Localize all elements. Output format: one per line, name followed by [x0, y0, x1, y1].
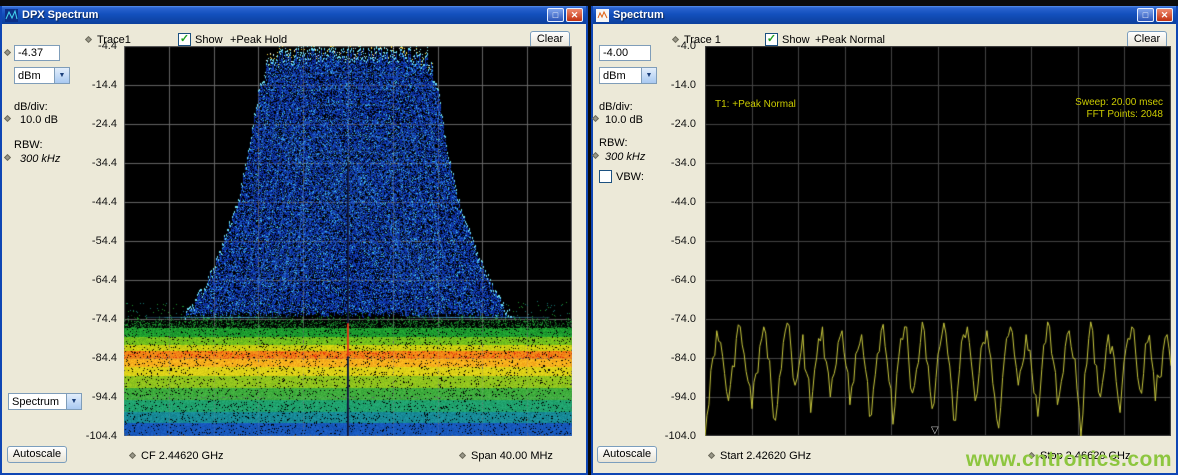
- unit-select[interactable]: dBm ▼: [14, 67, 70, 84]
- restore-button[interactable]: □: [1137, 8, 1154, 22]
- diamond-icon: [129, 452, 136, 459]
- close-button[interactable]: ✕: [1156, 8, 1173, 22]
- diamond-icon: [459, 452, 466, 459]
- spectrum-window: Spectrum □ ✕ Trace 1 ✓ Show +Peak Normal…: [591, 6, 1178, 475]
- diamond-icon: [708, 452, 715, 459]
- dpx-window-title: DPX Spectrum: [22, 9, 98, 21]
- unit-select[interactable]: dBm ▼: [599, 67, 657, 84]
- y-axis-tick-label: -74.0: [658, 313, 696, 325]
- db-div-value: 10.0 dB: [20, 114, 58, 126]
- detector-label: +Peak Normal: [815, 34, 885, 46]
- trace-annotation: T1: +Peak Normal: [715, 99, 796, 110]
- dpx-persistence-display: [124, 46, 572, 436]
- close-button[interactable]: ✕: [566, 8, 583, 22]
- spectrum-window-icon: [596, 9, 609, 22]
- dpx-plot-area[interactable]: [124, 46, 572, 436]
- vbw-label: VBW:: [616, 171, 644, 183]
- autoscale-button[interactable]: Autoscale: [597, 446, 657, 463]
- y-axis-tick-label: -94.4: [79, 391, 117, 403]
- watermark: www.cntronics.com: [966, 448, 1172, 472]
- y-axis-tick-label: -24.4: [79, 118, 117, 130]
- ref-level-input[interactable]: [14, 45, 60, 61]
- dpx-window-icon: [5, 9, 18, 22]
- y-axis-tick-label: -74.4: [79, 313, 117, 325]
- db-div-value: 10.0 dB: [605, 114, 643, 126]
- rbw-value: 300 kHz: [20, 153, 60, 165]
- unit-value: dBm: [15, 70, 54, 82]
- y-axis-tick-label: -64.0: [658, 274, 696, 286]
- show-label: Show: [195, 34, 223, 46]
- y-axis-tick-label: -84.0: [658, 352, 696, 364]
- y-axis-tick-label: -34.4: [79, 157, 117, 169]
- dpx-titlebar[interactable]: DPX Spectrum □ ✕: [2, 6, 586, 24]
- y-axis-tick-label: -54.0: [658, 235, 696, 247]
- restore-button[interactable]: □: [547, 8, 564, 22]
- diamond-icon: [4, 154, 11, 161]
- vbw-checkbox[interactable]: [599, 170, 612, 183]
- y-axis-tick-label: -14.4: [79, 79, 117, 91]
- detector-label: +Peak Hold: [230, 34, 287, 46]
- show-label: Show: [782, 34, 810, 46]
- diamond-icon: [4, 115, 11, 122]
- diamond-icon: [592, 115, 599, 122]
- chevron-down-icon: ▼: [54, 68, 69, 83]
- center-marker-icon[interactable]: ▽: [931, 425, 939, 436]
- y-axis-tick-label: -44.0: [658, 196, 696, 208]
- display-mode-select[interactable]: Spectrum ▼: [8, 393, 82, 410]
- y-axis-tick-label: -104.4: [79, 430, 117, 442]
- show-checkbox[interactable]: ✓: [178, 33, 191, 46]
- autoscale-button[interactable]: Autoscale: [7, 446, 67, 463]
- diamond-icon: [592, 152, 599, 159]
- display-mode-value: Spectrum: [9, 396, 66, 408]
- y-axis-tick-label: -4.0: [658, 40, 696, 52]
- unit-value: dBm: [600, 70, 641, 82]
- dpx-content: Trace1 ✓ Show +Peak Hold Clear dBm ▼ dB/…: [2, 24, 586, 473]
- spectrum-content: Trace 1 ✓ Show +Peak Normal Clear dBm ▼ …: [593, 24, 1176, 473]
- y-axis-tick-label: -94.0: [658, 391, 696, 403]
- y-axis-tick-label: -104.0: [658, 430, 696, 442]
- ref-level-input[interactable]: [599, 45, 651, 61]
- db-div-label: dB/div:: [599, 101, 633, 113]
- center-frequency-label[interactable]: CF 2.44620 GHz: [141, 450, 224, 462]
- y-axis-tick-label: -24.0: [658, 118, 696, 130]
- spectrum-y-axis: -4.0 -14.0 -24.0 -34.0 -44.0 -54.0 -64.0 -74.0 -…: [661, 24, 699, 475]
- dpx-y-axis: -4.4 -14.4 -24.4 -34.4 -44.4 -54.4 -64.4 -74.4 -…: [82, 24, 120, 475]
- diamond-icon: [4, 49, 11, 56]
- y-axis-tick-label: -34.0: [658, 157, 696, 169]
- show-checkbox[interactable]: ✓: [765, 33, 778, 46]
- y-axis-tick-label: -44.4: [79, 196, 117, 208]
- screen: DPX Spectrum □ ✕ Trace1 ✓ Show +Peak Hol…: [0, 0, 1178, 475]
- chevron-down-icon: ▼: [641, 68, 656, 83]
- dpx-spectrum-window: DPX Spectrum □ ✕ Trace1 ✓ Show +Peak Hol…: [0, 6, 588, 475]
- db-div-label: dB/div:: [14, 101, 48, 113]
- rbw-value: 300 kHz: [605, 151, 645, 163]
- y-axis-tick-label: -4.4: [79, 40, 117, 52]
- y-axis-tick-label: -14.0: [658, 79, 696, 91]
- rbw-label: RBW:: [599, 137, 628, 149]
- y-axis-tick-label: -54.4: [79, 235, 117, 247]
- fft-points-annotation: FFT Points: 2048: [1029, 109, 1163, 120]
- sweep-annotation: Sweep: 20.00 msec: [1029, 97, 1163, 108]
- spectrum-window-title: Spectrum: [613, 9, 664, 21]
- span-label[interactable]: Span 40.00 MHz: [471, 450, 553, 462]
- spectrum-titlebar[interactable]: Spectrum □ ✕: [593, 6, 1176, 24]
- y-axis-tick-label: -84.4: [79, 352, 117, 364]
- y-axis-tick-label: -64.4: [79, 274, 117, 286]
- rbw-label: RBW:: [14, 139, 43, 151]
- start-frequency-label[interactable]: Start 2.42620 GHz: [720, 450, 811, 462]
